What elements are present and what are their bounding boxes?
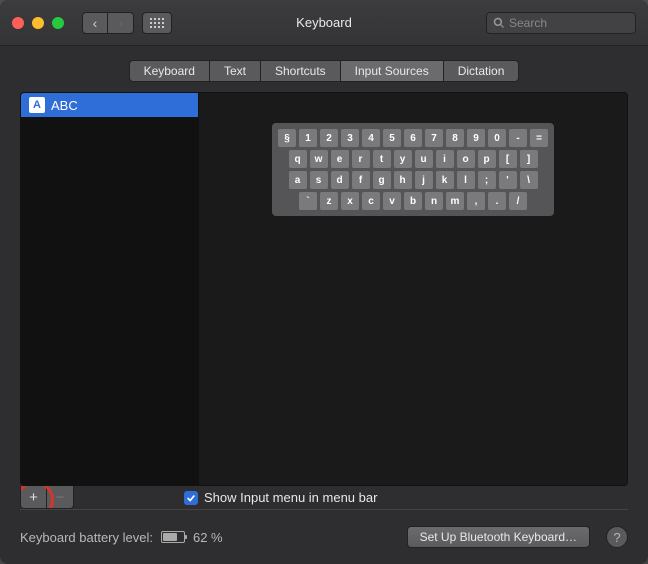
menu-bar-checkbox-row: Show Input menu in menu bar	[184, 486, 377, 509]
key: 6	[404, 129, 422, 147]
zoom-window-button[interactable]	[52, 17, 64, 29]
key: i	[436, 150, 454, 168]
key: §	[278, 129, 296, 147]
add-remove-control: + −	[20, 486, 74, 509]
show-input-menu-label: Show Input menu in menu bar	[204, 490, 377, 505]
key: -	[509, 129, 527, 147]
grid-icon	[150, 18, 164, 28]
tab-text[interactable]: Text	[210, 61, 261, 81]
key: e	[331, 150, 349, 168]
add-source-button[interactable]: +	[21, 486, 47, 508]
key: w	[310, 150, 328, 168]
key: [	[499, 150, 517, 168]
bluetooth-keyboard-button[interactable]: Set Up Bluetooth Keyboard…	[407, 526, 590, 548]
key: x	[341, 192, 359, 210]
forward-button[interactable]: ›	[108, 12, 134, 34]
key: m	[446, 192, 464, 210]
key: 3	[341, 129, 359, 147]
key: \	[520, 171, 538, 189]
below-list-row: + − Show Input menu in menu bar	[20, 486, 628, 509]
key: p	[478, 150, 496, 168]
keyboard-row: qwertyuiop[]	[278, 150, 548, 168]
main-panel: A ABC §1234567890-= qwertyuiop[] asdfghjkl;…	[20, 92, 628, 486]
key: 0	[488, 129, 506, 147]
titlebar: ‹ › Keyboard Search	[0, 0, 648, 46]
key: r	[352, 150, 370, 168]
key: z	[320, 192, 338, 210]
key: `	[299, 192, 317, 210]
key: h	[394, 171, 412, 189]
tab-keyboard[interactable]: Keyboard	[130, 61, 210, 81]
key: 8	[446, 129, 464, 147]
key: =	[530, 129, 548, 147]
key: 7	[425, 129, 443, 147]
key: b	[404, 192, 422, 210]
key: 5	[383, 129, 401, 147]
key: a	[289, 171, 307, 189]
keyboard-row: asdfghjkl;'\	[278, 171, 548, 189]
key: n	[425, 192, 443, 210]
back-button[interactable]: ‹	[82, 12, 108, 34]
tab-shortcuts[interactable]: Shortcuts	[261, 61, 341, 81]
key: g	[373, 171, 391, 189]
key: v	[383, 192, 401, 210]
search-field[interactable]: Search	[486, 12, 636, 34]
battery-icon	[161, 531, 185, 543]
nav-buttons: ‹ ›	[82, 12, 134, 34]
keyboard-row: `zxcvbnm,./	[278, 192, 548, 210]
keyboard-preview: §1234567890-= qwertyuiop[] asdfghjkl;'\ `zx…	[199, 93, 627, 485]
search-icon	[493, 17, 505, 29]
key: s	[310, 171, 328, 189]
footer: Keyboard battery level: 62 % Set Up Blue…	[20, 509, 628, 548]
key: q	[289, 150, 307, 168]
key: ]	[520, 150, 538, 168]
tab-dictation[interactable]: Dictation	[444, 61, 519, 81]
key: k	[436, 171, 454, 189]
key: ,	[467, 192, 485, 210]
show-all-button[interactable]	[142, 12, 172, 34]
key: 2	[320, 129, 338, 147]
key: 4	[362, 129, 380, 147]
search-placeholder: Search	[509, 16, 547, 30]
keyboard-row: §1234567890-=	[278, 129, 548, 147]
key: f	[352, 171, 370, 189]
key: j	[415, 171, 433, 189]
remove-source-button[interactable]: −	[47, 486, 73, 508]
key: ;	[478, 171, 496, 189]
segmented-control: KeyboardTextShortcutsInput SourcesDictat…	[129, 60, 520, 82]
key: u	[415, 150, 433, 168]
check-icon	[186, 493, 196, 503]
key: o	[457, 150, 475, 168]
help-button[interactable]: ?	[606, 526, 628, 548]
key: c	[362, 192, 380, 210]
key: .	[488, 192, 506, 210]
key: y	[394, 150, 412, 168]
traffic-lights	[12, 17, 64, 29]
key: l	[457, 171, 475, 189]
tab-input-sources[interactable]: Input Sources	[341, 61, 444, 81]
key: t	[373, 150, 391, 168]
battery-percent: 62 %	[193, 530, 223, 545]
key: 1	[299, 129, 317, 147]
show-input-menu-checkbox[interactable]	[184, 491, 198, 505]
tab-row: KeyboardTextShortcutsInput SourcesDictat…	[0, 60, 648, 82]
battery-fill	[163, 533, 177, 541]
minimize-window-button[interactable]	[32, 17, 44, 29]
close-window-button[interactable]	[12, 17, 24, 29]
source-icon: A	[29, 97, 45, 113]
key: 9	[467, 129, 485, 147]
key: d	[331, 171, 349, 189]
source-name: ABC	[51, 98, 78, 113]
keyboard-prefs-window: ‹ › Keyboard Search KeyboardTextShortcut…	[0, 0, 648, 564]
battery-label: Keyboard battery level:	[20, 530, 153, 545]
key: /	[509, 192, 527, 210]
input-source-list[interactable]: A ABC	[21, 93, 199, 485]
key: '	[499, 171, 517, 189]
keyboard-layout: §1234567890-= qwertyuiop[] asdfghjkl;'\ `zx…	[272, 123, 554, 216]
source-item[interactable]: A ABC	[21, 93, 198, 117]
